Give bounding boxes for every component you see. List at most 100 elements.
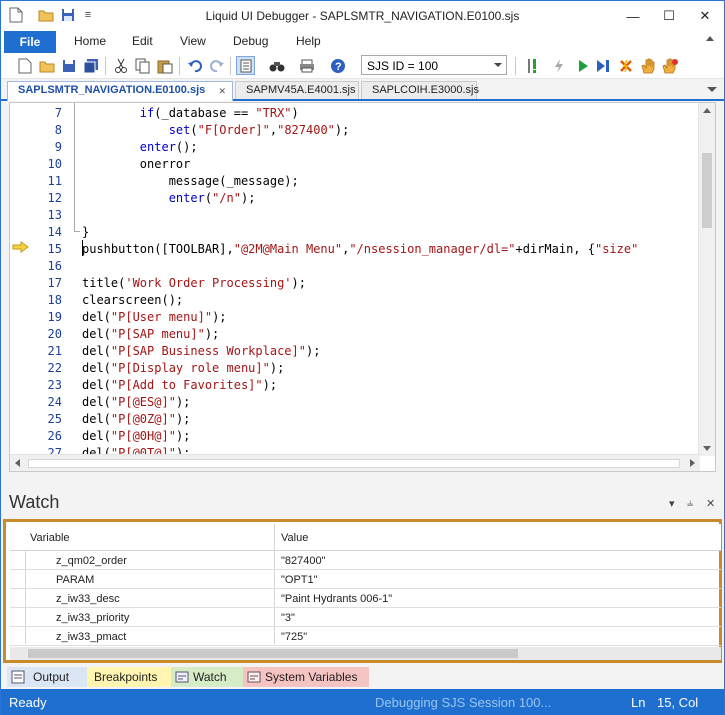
watch-row[interactable]: z_iw33_desc "Paint Hydrants 006-1" — [10, 589, 721, 608]
toolbar: ? SJS ID = 100 — [1, 53, 724, 79]
watch-value: "Paint Hydrants 006-1" — [281, 593, 393, 605]
tab-list-dropdown-icon[interactable] — [707, 87, 717, 92]
toolbar-separator — [179, 57, 180, 75]
menu-edit[interactable]: Edit — [132, 34, 153, 48]
scroll-left-icon[interactable] — [15, 459, 20, 467]
lightning-icon[interactable] — [549, 56, 568, 75]
close-icon: ✕ — [699, 8, 711, 23]
watch-value: "3" — [281, 612, 295, 624]
scroll-up-icon[interactable] — [703, 108, 711, 113]
watch-value: "725" — [281, 631, 308, 643]
tab-breakpoints[interactable]: Breakpoints — [87, 667, 171, 687]
tab-watch[interactable]: Watch — [171, 667, 243, 687]
sjs-id-select[interactable]: SJS ID = 100 — [361, 55, 507, 75]
line-number: 26 — [47, 429, 62, 443]
save-all-icon[interactable] — [81, 56, 100, 75]
close-tab-icon[interactable]: ✕ — [218, 86, 226, 97]
paste-icon[interactable] — [155, 56, 174, 75]
code-token: "827400" — [277, 123, 335, 137]
watch-row[interactable]: z_qm02_order "827400" — [10, 551, 721, 570]
column-header-value[interactable]: Value — [281, 532, 308, 544]
menu-view[interactable]: View — [180, 34, 206, 48]
code-line: del("P[@ES@]"); — [82, 395, 191, 409]
toolbar-separator — [105, 57, 106, 75]
redo-icon[interactable] — [207, 56, 226, 75]
tab-saplcoih[interactable]: SAPLCOIH.E3000.sjs — [361, 81, 479, 99]
run-icon[interactable] — [573, 56, 592, 75]
new-file-icon[interactable] — [15, 56, 34, 75]
tab-label: SAPMV45A.E4001.sjs — [246, 84, 356, 96]
fold-guide — [74, 103, 75, 231]
scroll-thumb[interactable] — [28, 649, 518, 658]
tab-system-variables[interactable]: System Variables — [243, 667, 369, 687]
current-line-arrow-icon — [12, 241, 30, 256]
line-number: 16 — [47, 259, 62, 273]
scroll-right-icon[interactable] — [690, 459, 695, 467]
code-token: "size" — [594, 242, 639, 256]
grid-header: Variable Value — [10, 524, 721, 551]
scroll-thumb[interactable] — [702, 153, 712, 228]
code-line: clearscreen(); — [82, 293, 184, 307]
code-line: enter(); — [139, 140, 198, 154]
line-number: 20 — [47, 327, 62, 341]
scroll-down-icon[interactable] — [703, 446, 711, 451]
code-line: del("P[SAP Business Workplace]"); — [82, 344, 321, 358]
tab-label: SAPLCOIH.E3000.sjs — [372, 84, 479, 96]
tab-saplsmtr-navigation[interactable]: SAPLSMTR_NAVIGATION.E0100.sjs ✕ — [7, 81, 233, 101]
column-header-variable[interactable]: Variable — [30, 532, 70, 544]
code-token: "P[User menu]" — [110, 310, 213, 324]
document-view-icon[interactable] — [236, 56, 255, 75]
close-panel-icon[interactable]: ✕ — [706, 497, 715, 510]
title-bar: ≡ Liquid UI Debugger - SAPLSMTR_NAVIGATI… — [1, 1, 724, 31]
step-icon[interactable] — [593, 56, 612, 75]
menu-file[interactable]: File — [4, 31, 56, 53]
minimize-icon: — — [626, 8, 640, 24]
help-icon[interactable]: ? — [328, 56, 347, 75]
watch-row[interactable]: z_iw33_pmact "725" — [10, 627, 721, 646]
collapse-ribbon-icon[interactable] — [706, 36, 714, 41]
print-icon[interactable] — [297, 56, 316, 75]
tab-sapmv45a[interactable]: SAPMV45A.E4001.sjs — [235, 81, 359, 99]
scroll-thumb[interactable] — [28, 459, 680, 468]
hand-icon[interactable] — [638, 56, 657, 75]
line-number: 14 — [47, 225, 62, 239]
tab-output[interactable]: Output — [7, 667, 87, 687]
hand-all-icon[interactable] — [660, 56, 679, 75]
code-line: del("P[User menu]"); — [82, 310, 227, 324]
svg-text:?: ? — [335, 61, 342, 73]
menu-debug[interactable]: Debug — [233, 34, 268, 48]
breakpoint-icon[interactable] — [523, 56, 542, 75]
open-folder-icon[interactable] — [37, 56, 56, 75]
line-number: 17 — [47, 276, 62, 290]
code-editor[interactable]: 7 8 9 10 11 12 13 14 15 16 17 18 19 20 2… — [9, 102, 716, 472]
panel-dropdown-icon[interactable]: ▾ — [669, 497, 675, 510]
find-icon[interactable] — [267, 56, 286, 75]
menu-home[interactable]: Home — [74, 34, 106, 48]
code-token: if — [139, 106, 155, 120]
menu-help[interactable]: Help — [296, 34, 321, 48]
status-session: Debugging SJS Session 100... — [375, 695, 552, 710]
code-line: if(_database == "TRX") — [139, 106, 299, 120]
save-icon[interactable] — [59, 56, 78, 75]
watch-value: "827400" — [281, 555, 326, 567]
tab-label: System Variables — [265, 670, 358, 684]
cut-icon[interactable] — [111, 56, 130, 75]
editor-horizontal-scrollbar[interactable] — [10, 454, 700, 471]
code-line: set("F[Order]","827400"); — [168, 123, 350, 137]
copy-icon[interactable] — [133, 56, 152, 75]
code-token: 'Work Order Processing' — [125, 276, 292, 290]
code-line: pushbutton([TOOLBAR],"@2M@Main Menu","/n… — [82, 242, 639, 256]
code-line: enter("/n"); — [168, 191, 256, 205]
watch-row[interactable]: z_iw33_priority "3" — [10, 608, 721, 627]
pin-icon[interactable]: ⫨ — [687, 497, 693, 510]
stop-icon[interactable] — [616, 56, 635, 75]
watch-row[interactable]: PARAM "OPT1" — [10, 570, 721, 589]
undo-icon[interactable] — [185, 56, 204, 75]
close-button[interactable]: ✕ — [682, 1, 725, 31]
watch-horizontal-scrollbar[interactable] — [10, 647, 721, 660]
watch-icon — [175, 670, 189, 687]
line-number: 21 — [47, 344, 62, 358]
toolbar-separator — [515, 57, 516, 75]
code-token: "P[Add to Favorites]" — [110, 378, 263, 392]
editor-vertical-scrollbar[interactable] — [698, 103, 715, 456]
